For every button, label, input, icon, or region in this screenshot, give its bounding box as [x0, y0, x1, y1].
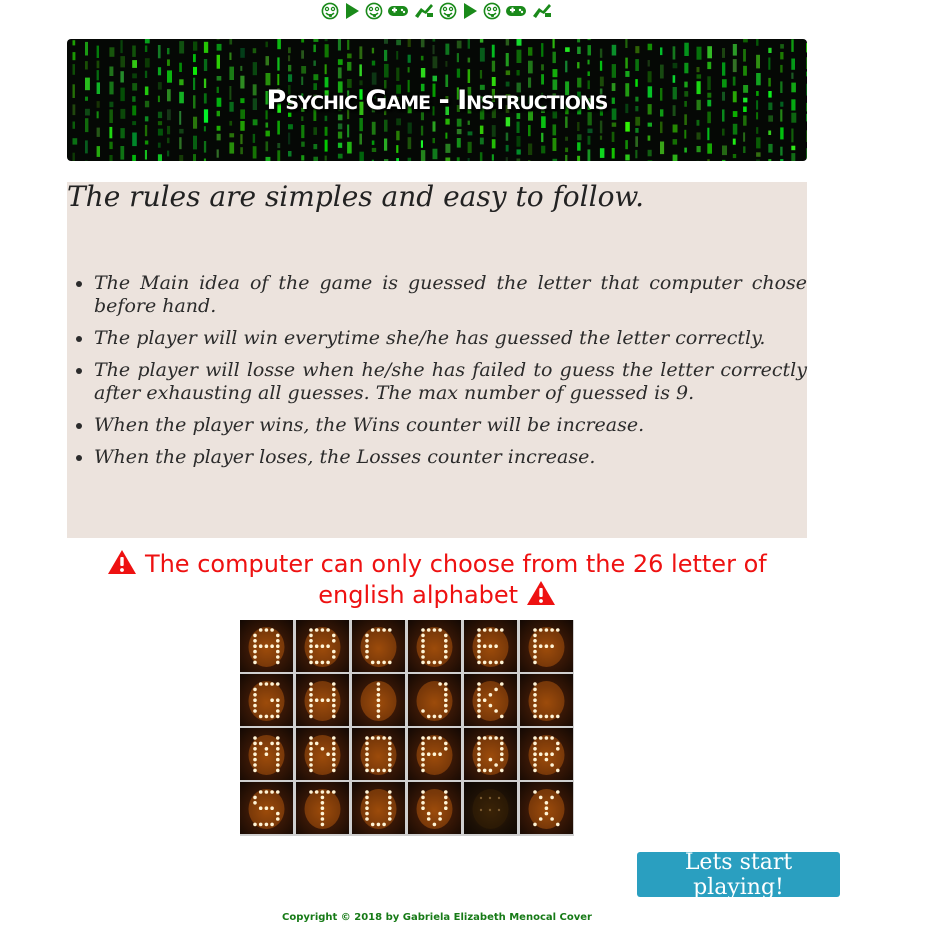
letter-tile — [352, 728, 405, 780]
rules-list: The Main idea of the game is guessed the… — [67, 272, 807, 478]
letter-tile — [296, 674, 349, 726]
letter-tile — [408, 674, 461, 726]
gamepad-icon — [505, 2, 527, 24]
letter-tile — [240, 782, 293, 834]
crazy-face-icon — [439, 2, 457, 24]
rule-item: When the player wins, the Wins counter w… — [94, 414, 807, 437]
letter-tile — [240, 620, 293, 672]
crazy-face-icon — [365, 2, 383, 24]
robot-hand-icon — [531, 2, 553, 24]
rule-item: When the player loses, the Losses counte… — [94, 446, 807, 469]
rule-item: The player will losse when he/she has fa… — [94, 359, 807, 405]
warning-icon — [526, 580, 556, 606]
letter-tile — [520, 674, 573, 726]
gamepad-icon — [387, 2, 409, 24]
letter-tile — [408, 620, 461, 672]
letter-tile — [408, 728, 461, 780]
letter-tile — [296, 782, 349, 834]
letter-tile — [240, 728, 293, 780]
crazy-face-icon — [483, 2, 501, 24]
letter-tile — [464, 728, 517, 780]
page-title: Psychic Game - Instructions — [266, 84, 609, 116]
letter-tile — [464, 782, 517, 834]
letter-tile — [296, 728, 349, 780]
rules-panel: The rules are simples and easy to follow… — [67, 182, 807, 538]
rule-item: The player will win everytime she/he has… — [94, 327, 807, 350]
letter-tile — [520, 620, 573, 672]
warning-line-2: english alphabet — [318, 581, 519, 609]
letter-tile — [464, 674, 517, 726]
robot-hand-icon — [413, 2, 435, 24]
crazy-face-icon — [321, 2, 339, 24]
alphabet-lights-image — [240, 620, 574, 836]
play-icon — [343, 2, 361, 24]
letter-tile — [520, 728, 573, 780]
alphabet-warning: The computer can only choose from the 26… — [67, 549, 807, 611]
letter-tile — [352, 782, 405, 834]
letter-tile — [240, 674, 293, 726]
letter-tile — [352, 620, 405, 672]
warning-icon — [107, 549, 137, 575]
letter-tile — [408, 782, 461, 834]
rules-heading: The rules are simples and easy to follow… — [67, 180, 644, 213]
play-icon — [461, 2, 479, 24]
header-icon-strip — [0, 2, 874, 24]
rule-item: The Main idea of the game is guessed the… — [94, 272, 807, 318]
footer-copyright: Copyright © 2018 by Gabriela Elizabeth M… — [282, 912, 592, 923]
banner: Psychic Game - Instructions — [67, 39, 807, 161]
letter-tile — [296, 620, 349, 672]
letter-tile — [352, 674, 405, 726]
letter-tile — [520, 782, 573, 834]
warning-line-1: The computer can only choose from the 26… — [144, 550, 767, 578]
start-playing-button[interactable]: Lets start playing! — [637, 850, 840, 900]
letter-tile — [464, 620, 517, 672]
